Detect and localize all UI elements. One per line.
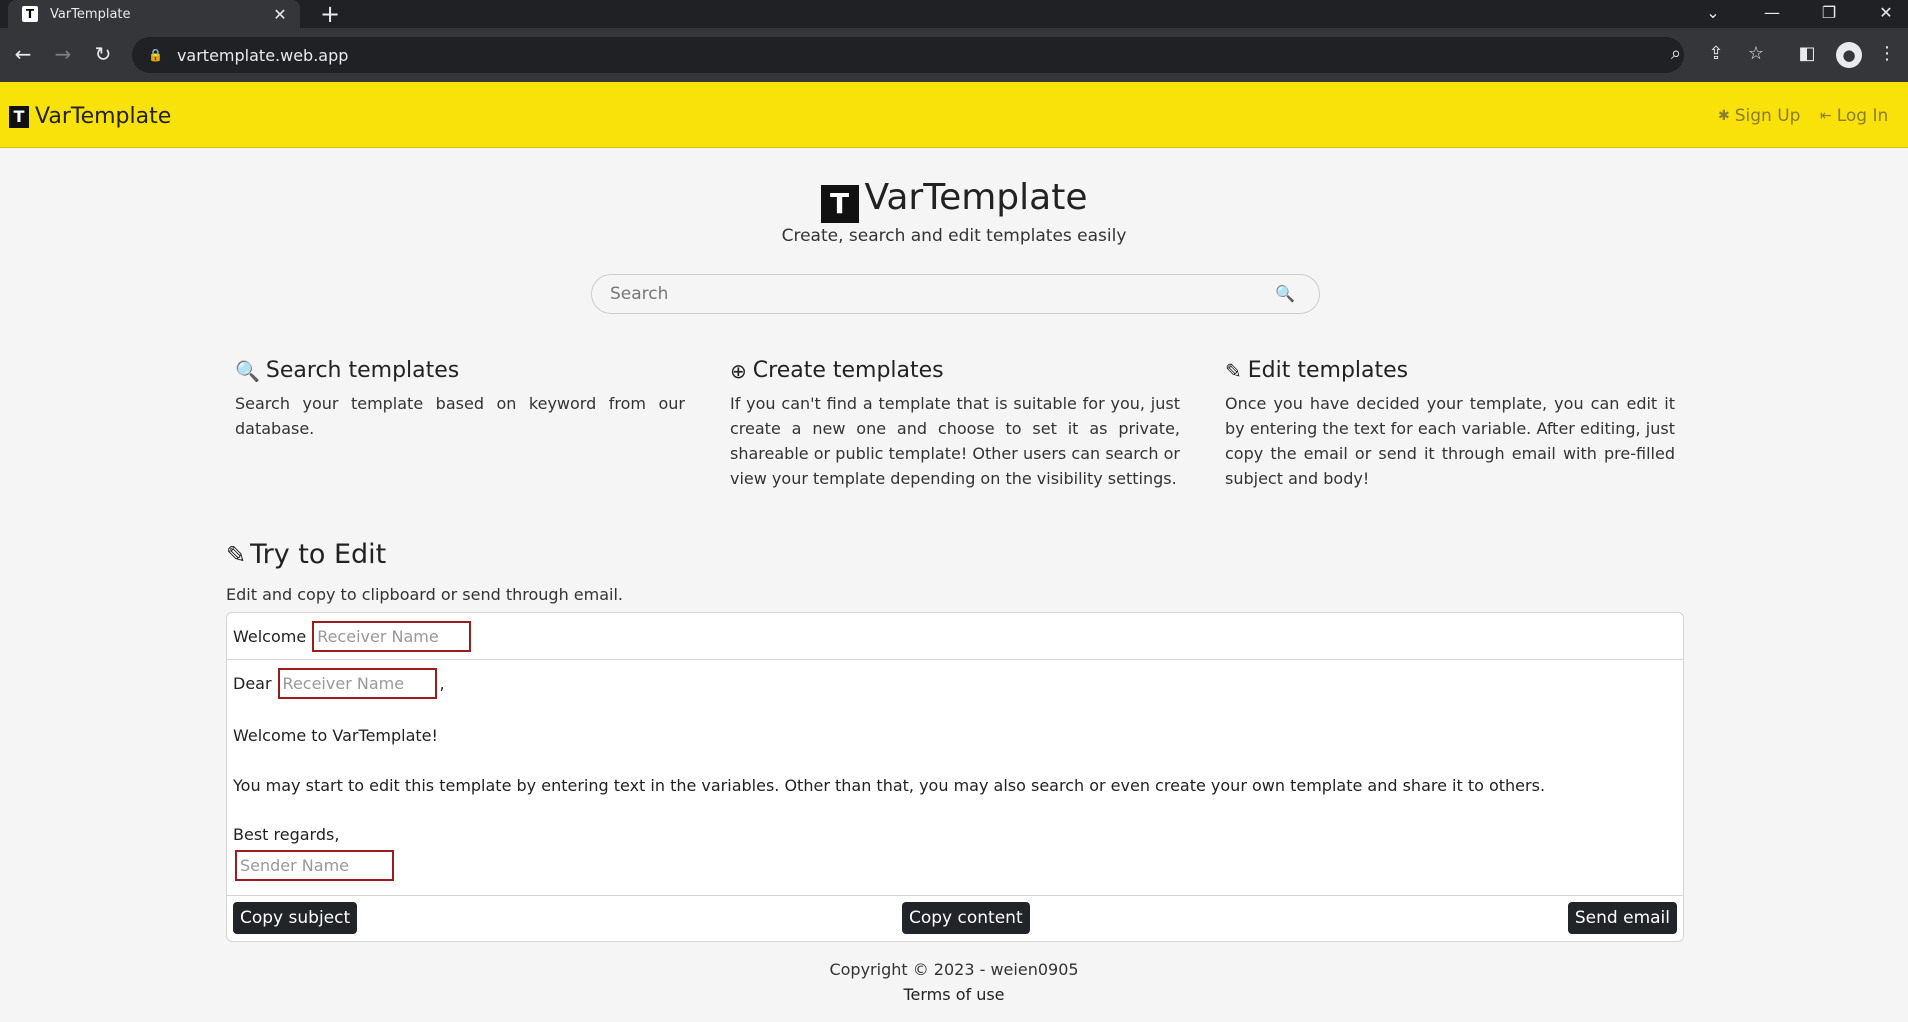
sender-line [233, 850, 1677, 881]
login-label: Log In [1836, 106, 1889, 126]
tab-search-icon[interactable]: ⌄ [1693, 0, 1733, 28]
brand-name: VarTemplate [35, 104, 172, 129]
zoom-icon[interactable]: ⌕ [1663, 43, 1689, 64]
subject-receiver-input[interactable] [312, 620, 472, 652]
minimize-icon[interactable]: — [1752, 0, 1792, 28]
subject-prefix: Welcome [233, 626, 307, 646]
search-icon[interactable]: 🔍 [1275, 284, 1295, 303]
signup-label: Sign Up [1734, 106, 1801, 126]
greeting-line: Dear , [233, 668, 1677, 699]
tab-close-icon[interactable]: ✕ [270, 5, 290, 24]
tab-title: VarTemplate [50, 6, 131, 22]
pencil-icon: ✎ [1225, 358, 1242, 383]
feature-title: ⊕ Create templates [730, 358, 944, 383]
forward-icon[interactable]: → [50, 42, 76, 66]
reload-icon[interactable]: ↻ [90, 42, 116, 66]
feature-title: ✎ Edit templates [1225, 358, 1409, 383]
login-icon: ⇤ [1820, 108, 1832, 124]
plus-circle-icon: ⊕ [730, 358, 747, 383]
search-icon: 🔍 [235, 358, 260, 383]
back-icon[interactable]: ← [10, 42, 36, 66]
star-icon[interactable]: ☆ [1743, 43, 1769, 64]
welcome-line: Welcome to VarTemplate! [233, 726, 438, 745]
site-navbar: T VarTemplate ✱ Sign Up ⇤ Log In [0, 82, 1908, 148]
template-editor-card: Welcome Dear , Welcome to VarTemplate! Y… [226, 612, 1684, 942]
pencil-icon: ✎ [226, 540, 247, 569]
signup-link[interactable]: ✱ Sign Up [1718, 106, 1800, 126]
sender-input[interactable] [235, 850, 394, 881]
greeting-comma: , [439, 674, 445, 693]
body-receiver-input[interactable] [277, 668, 437, 699]
sidepanel-icon[interactable]: ◧ [1794, 43, 1820, 64]
address-bar[interactable]: 🔒 vartemplate.web.app [132, 37, 1684, 73]
window-close-icon[interactable]: ✕ [1866, 0, 1906, 28]
cursor-click-icon: ✱ [1718, 108, 1730, 124]
copy-subject-button[interactable]: Copy subject [233, 902, 358, 934]
lock-icon: 🔒 [148, 48, 163, 62]
card-footer: Copy subject Copy content Send email [227, 895, 1683, 941]
template-body: Dear , Welcome to VarTemplate! You may s… [227, 660, 1683, 881]
body-line: You may start to edit this template by e… [233, 776, 1546, 795]
send-email-button[interactable]: Send email [1567, 902, 1677, 934]
share-icon[interactable]: ⇪ [1703, 43, 1729, 64]
footer-copyright: Copyright © 2023 - weien0905 [829, 960, 1079, 979]
greeting-text: Dear [233, 674, 272, 693]
browser-tabbar: T VarTemplate ✕ + ⌄ — ❐ ✕ [0, 0, 1908, 28]
logo-icon: T [820, 184, 859, 223]
feature-edit: ✎ Edit templates Once you have decided yo… [1225, 358, 1675, 491]
brand-link[interactable]: T VarTemplate [9, 104, 171, 129]
feature-create: ⊕ Create templates If you can't find a te… [730, 358, 1180, 491]
search-input[interactable] [592, 275, 1232, 313]
search-bar: 🔍 [591, 274, 1320, 314]
hero-subtitle: Create, search and edit templates easily [781, 226, 1127, 246]
subject-row: Welcome [227, 613, 1683, 660]
feature-text: If you can't find a template that is sui… [730, 394, 1180, 488]
feature-title: 🔍 Search templates [235, 358, 460, 383]
feature-text: Search your template based on keyword fr… [235, 394, 685, 438]
try-edit-title: ✎ Try to Edit [226, 539, 387, 570]
profile-icon[interactable]: ● [1836, 42, 1862, 68]
logo-icon: T [9, 105, 29, 128]
login-link[interactable]: ⇤ Log In [1820, 106, 1888, 126]
hero-title-text: VarTemplate [864, 177, 1088, 218]
feature-search: 🔍 Search templates Search your template b… [235, 358, 685, 441]
browser-tab[interactable]: T VarTemplate ✕ [8, 0, 300, 28]
browser-toolbar: ← → ↻ 🔒 vartemplate.web.app ⌕ ⇪ ☆ ◧ ● ⋮ [0, 28, 1908, 82]
terms-link[interactable]: Terms of use [0, 985, 1908, 1004]
closing-line: Best regards, [233, 825, 340, 844]
copy-content-button[interactable]: Copy content [902, 902, 1030, 934]
feature-text: Once you have decided your template, you… [1225, 394, 1675, 488]
menu-icon[interactable]: ⋮ [1874, 43, 1900, 64]
hero-title: T VarTemplate [0, 177, 1908, 223]
url-text: vartemplate.web.app [176, 45, 349, 65]
restore-icon[interactable]: ❐ [1809, 0, 1849, 28]
new-tab-button[interactable]: + [320, 0, 340, 28]
try-edit-subtitle: Edit and copy to clipboard or send throu… [226, 585, 624, 604]
favicon-icon: T [22, 6, 38, 22]
